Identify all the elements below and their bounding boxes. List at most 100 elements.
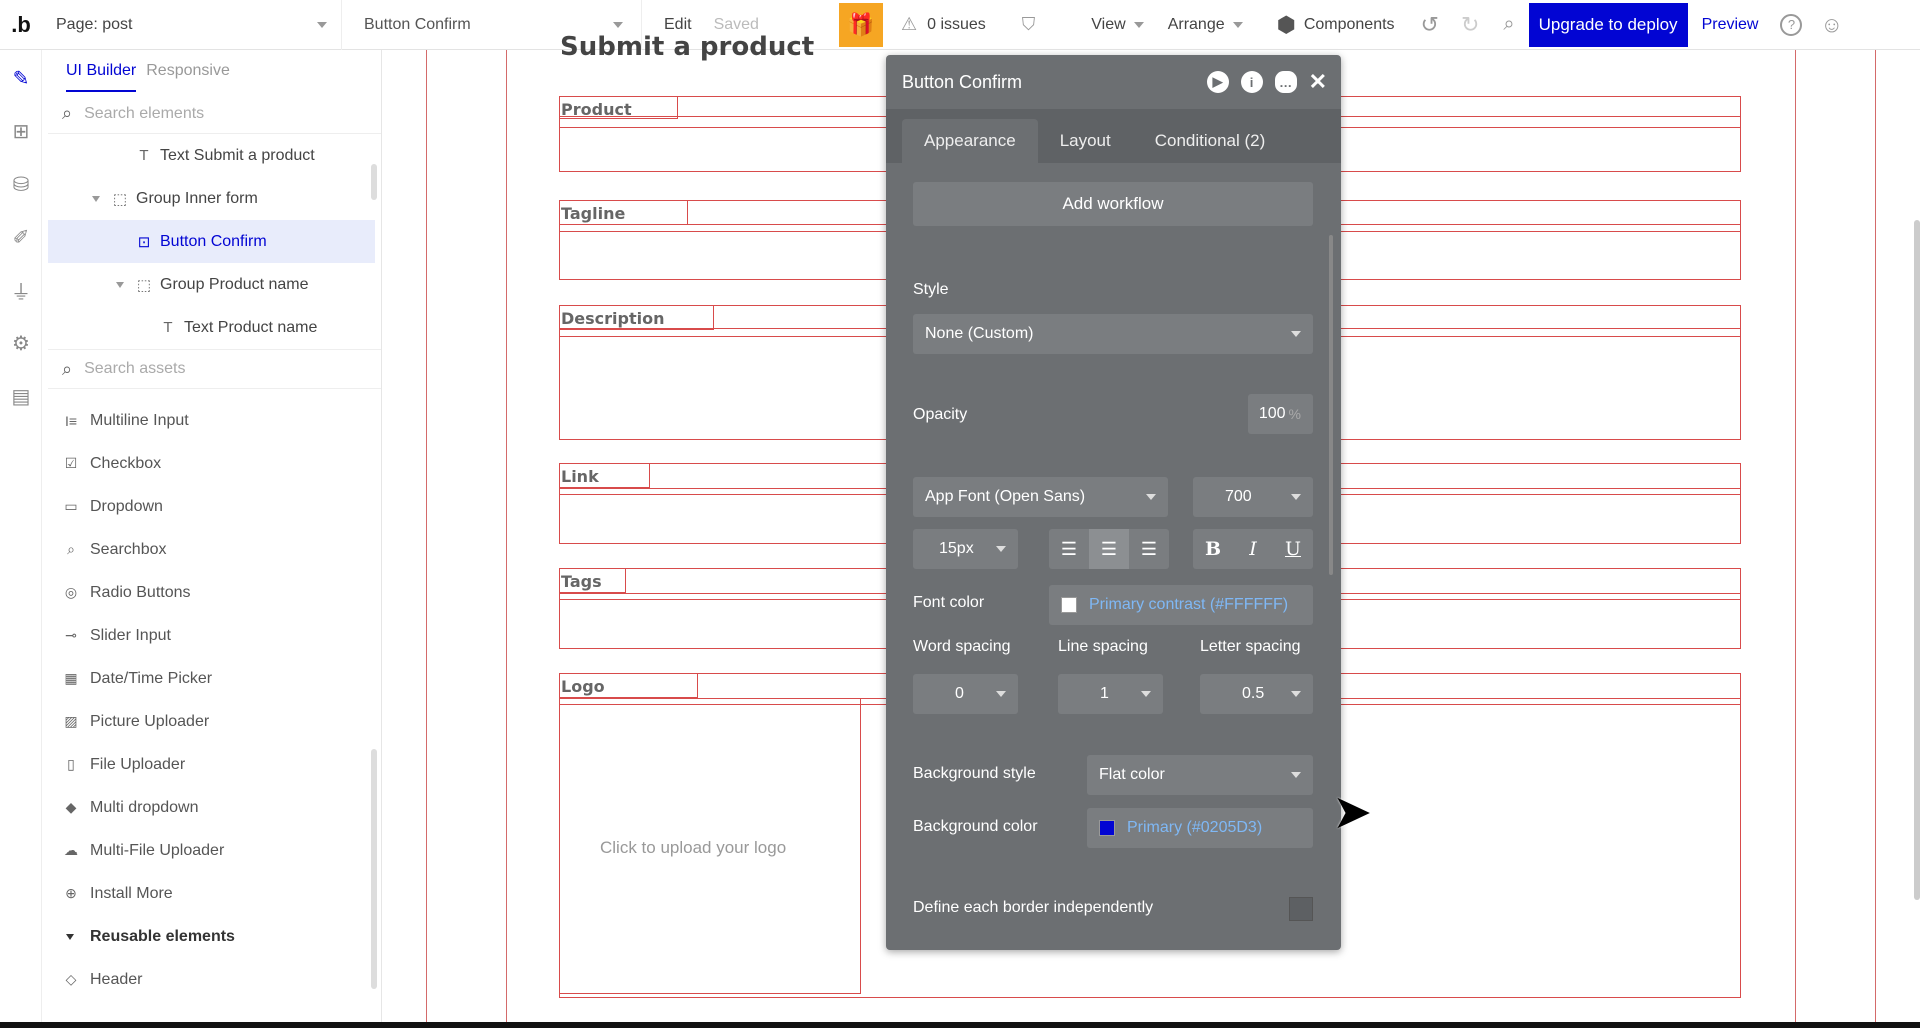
info-icon[interactable]: i — [1240, 71, 1263, 93]
font-color-swatch[interactable] — [1061, 597, 1077, 613]
design-tab-icon[interactable]: ✎ — [0, 52, 42, 105]
arrange-menu[interactable]: Arrange — [1156, 0, 1255, 50]
debugger-icon[interactable]: ⛉ — [1022, 14, 1036, 35]
collapse-icon[interactable] — [92, 195, 100, 202]
issues-indicator[interactable]: ⚠ 0 issues ⛉ — [883, 0, 1053, 50]
components-button[interactable]: ⬢ Components — [1265, 0, 1407, 50]
tree-scrollbar[interactable] — [371, 164, 377, 200]
tab-conditional[interactable]: Conditional (2) — [1133, 119, 1288, 163]
tree-item[interactable]: T Text Product name — [48, 306, 381, 349]
edit-menu[interactable]: Edit — [664, 16, 692, 34]
font-weight-dropdown[interactable]: 700 — [1193, 477, 1313, 517]
settings-tab-icon[interactable]: ⚙ — [0, 317, 42, 370]
play-icon[interactable]: ▶ — [1206, 71, 1229, 93]
help-icon[interactable]: ? — [1780, 13, 1803, 36]
asset-dropdown[interactable]: ▭ Dropdown — [48, 485, 381, 528]
picture-icon: ▨ — [64, 713, 78, 729]
search-icon[interactable]: ⌕ — [1503, 13, 1514, 36]
asset-radio-buttons[interactable]: ◎ Radio Buttons — [48, 571, 381, 614]
data-tab-icon[interactable]: ⛁ — [0, 158, 42, 211]
tab-appearance[interactable]: Appearance — [902, 119, 1038, 163]
tree-item-label: Text Product name — [184, 318, 318, 336]
search-elements[interactable]: ⌕ Search elements — [48, 94, 381, 134]
bold-icon[interactable]: B — [1193, 529, 1233, 569]
upgrade-to-deploy-button[interactable]: Upgrade to deploy — [1528, 2, 1688, 47]
align-center-icon[interactable]: ☰ — [1089, 529, 1129, 569]
word-spacing-dropdown[interactable]: 0 — [913, 674, 1018, 714]
font-family-dropdown[interactable]: App Font (Open Sans) — [913, 477, 1168, 517]
chevron-down-icon — [317, 21, 327, 28]
asset-install-more[interactable]: ⊕ Install More — [48, 872, 381, 915]
comment-icon[interactable]: … — [1274, 71, 1297, 93]
gift-icon[interactable]: 🎁 — [838, 2, 883, 47]
asset-slider-input[interactable]: ⊸ Slider Input — [48, 614, 381, 657]
bubble-logo[interactable]: .b — [0, 0, 42, 50]
page-selector[interactable]: Page: post — [42, 0, 342, 50]
editor-header[interactable]: Button Confirm ▶ i … ✕ — [886, 55, 1341, 109]
reusable-header[interactable]: ◇ Header — [48, 958, 381, 1001]
background-style-label: Background style — [913, 765, 1036, 782]
asset-multi-file-uploader[interactable]: ☁ Multi-File Uploader — [48, 829, 381, 872]
account-icon[interactable]: ☺ — [1820, 12, 1842, 38]
asset-file-uploader[interactable]: ▯ File Uploader — [48, 743, 381, 786]
view-menu[interactable]: View — [1079, 0, 1155, 50]
style-dropdown[interactable]: None (Custom) — [913, 314, 1313, 354]
font-size-dropdown[interactable]: 15px — [913, 529, 1018, 569]
align-left-icon[interactable]: ☰ — [1049, 529, 1089, 569]
search-assets[interactable]: ⌕ Search assets — [48, 349, 381, 389]
line-spacing-dropdown[interactable]: 1 — [1058, 674, 1163, 714]
page-guide-line — [506, 50, 507, 1028]
logs-tab-icon[interactable]: ▤ — [0, 370, 42, 423]
align-right-icon[interactable]: ☰ — [1129, 529, 1169, 569]
tree-item-selected[interactable]: ⊡ Button Confirm — [48, 220, 375, 263]
chevron-down-icon — [996, 546, 1006, 552]
plugins-tab-icon[interactable]: ⏚ — [0, 264, 42, 317]
link-label[interactable]: Link — [560, 464, 650, 488]
tab-responsive[interactable]: Responsive — [146, 62, 230, 94]
tab-ui-builder[interactable]: UI Builder — [66, 62, 137, 92]
asset-searchbox[interactable]: ⌕ Searchbox — [48, 528, 381, 571]
font-color-picker[interactable]: Primary contrast (#FFFFFF) — [1049, 585, 1313, 625]
bubble-editor: .b Page: post Button Confirm Edit Saved … — [0, 0, 1920, 1028]
description-label[interactable]: Description — [560, 306, 714, 330]
border-independent-checkbox[interactable] — [1289, 897, 1313, 921]
word-spacing-value: 0 — [955, 685, 964, 702]
tab-layout[interactable]: Layout — [1038, 119, 1133, 163]
opacity-input[interactable]: 100 % — [1248, 394, 1313, 434]
chevron-down-icon — [1232, 21, 1243, 28]
underline-icon[interactable]: U — [1273, 529, 1313, 569]
assets-scrollbar[interactable] — [371, 749, 377, 989]
editor-scrollbar[interactable] — [1329, 235, 1333, 575]
italic-icon[interactable]: I — [1233, 529, 1273, 569]
logo-label[interactable]: Logo — [560, 674, 698, 698]
tags-label[interactable]: Tags — [560, 569, 626, 593]
tree-item[interactable]: ⬚ Group Product name — [48, 263, 381, 306]
workflow-tab-icon[interactable]: ⊞ — [0, 105, 42, 158]
tree-item[interactable]: T Text Submit a product — [48, 134, 381, 177]
asset-label: Install More — [90, 884, 173, 902]
undo-icon[interactable]: ↺ — [1421, 12, 1439, 38]
asset-picture-uploader[interactable]: ▨ Picture Uploader — [48, 700, 381, 743]
asset-checkbox[interactable]: ☑ Checkbox — [48, 442, 381, 485]
redo-icon[interactable]: ↻ — [1461, 12, 1479, 38]
background-color-swatch[interactable] — [1099, 820, 1115, 836]
collapse-icon[interactable] — [116, 281, 124, 288]
background-style-dropdown[interactable]: Flat color — [1087, 755, 1313, 795]
tree-item[interactable]: ⬚ Group Inner form — [48, 177, 381, 220]
asset-date-time-picker[interactable]: ▦ Date/Time Picker — [48, 657, 381, 700]
page-heading[interactable]: Submit a product — [560, 32, 814, 62]
preview-button[interactable]: Preview — [1688, 16, 1773, 34]
asset-multi-dropdown[interactable]: ◆ Multi dropdown — [48, 786, 381, 829]
tagline-label[interactable]: Tagline — [560, 201, 688, 225]
canvas-scrollbar[interactable] — [1914, 220, 1920, 900]
letter-spacing-dropdown[interactable]: 0.5 — [1200, 674, 1313, 714]
add-workflow-button[interactable]: Add workflow — [913, 182, 1313, 226]
arrange-menu-label: Arrange — [1167, 15, 1225, 33]
reusable-elements-section[interactable]: Reusable elements — [48, 915, 381, 958]
styles-tab-icon[interactable]: ✐ — [0, 211, 42, 264]
font-size-value: 15px — [939, 540, 974, 557]
asset-label: Dropdown — [90, 497, 163, 515]
background-color-picker[interactable]: Primary (#0205D3) — [1087, 808, 1313, 848]
asset-multiline-input[interactable]: I≡ Multiline Input — [48, 399, 381, 442]
close-icon[interactable]: ✕ — [1309, 69, 1327, 95]
